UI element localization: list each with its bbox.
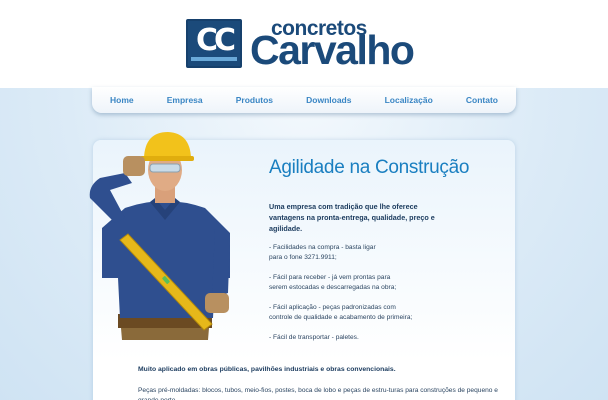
hard-hat-brim <box>140 156 194 161</box>
products-text: Peças pré-moldadas: blocos, tubos, meio-… <box>138 387 498 400</box>
benefit-item: - Facilidades na compra - basta ligar pa… <box>269 244 376 261</box>
worker-right-arm <box>212 228 230 298</box>
logo-mark-letters: CC <box>195 23 236 58</box>
hero-intro: Uma empresa com tradição que lhe oferece… <box>269 202 435 233</box>
logo-mark: CC <box>186 19 242 68</box>
logo-name-main: Carvalho <box>250 27 415 73</box>
nav-item-localizacao[interactable]: Localização <box>385 95 433 105</box>
brand-logo[interactable]: CC concretos Carvalho <box>186 17 426 73</box>
logo-mark-stripe <box>191 57 237 61</box>
benefit-item: - Fácil aplicação - peças padronizadas c… <box>269 304 413 321</box>
safety-glasses <box>149 163 181 173</box>
worker-left-glove <box>123 156 145 176</box>
nav-item-contato[interactable]: Contato <box>466 95 498 105</box>
benefit-item: - Fácil de transportar - paletes. <box>269 334 359 341</box>
worker-illustration <box>89 132 230 340</box>
applications-heading: Muito aplicado em obras públicas, pavilh… <box>138 366 396 373</box>
benefit-item: - Fácil para receber - já vem prontas pa… <box>269 274 397 291</box>
hard-hat <box>144 132 191 158</box>
worker-right-glove <box>205 293 229 313</box>
nav-item-produtos[interactable]: Produtos <box>236 95 273 105</box>
nav-item-downloads[interactable]: Downloads <box>306 95 351 105</box>
nav-item-empresa[interactable]: Empresa <box>167 95 203 105</box>
site-header: CC concretos Carvalho <box>0 0 608 88</box>
main-nav: Home Empresa Produtos Downloads Localiza… <box>92 87 516 113</box>
benefit-list: - Facilidades na compra - basta ligar pa… <box>269 243 479 354</box>
nav-item-home[interactable]: Home <box>110 95 134 105</box>
hero-title: Agilidade na Construção <box>269 157 470 178</box>
